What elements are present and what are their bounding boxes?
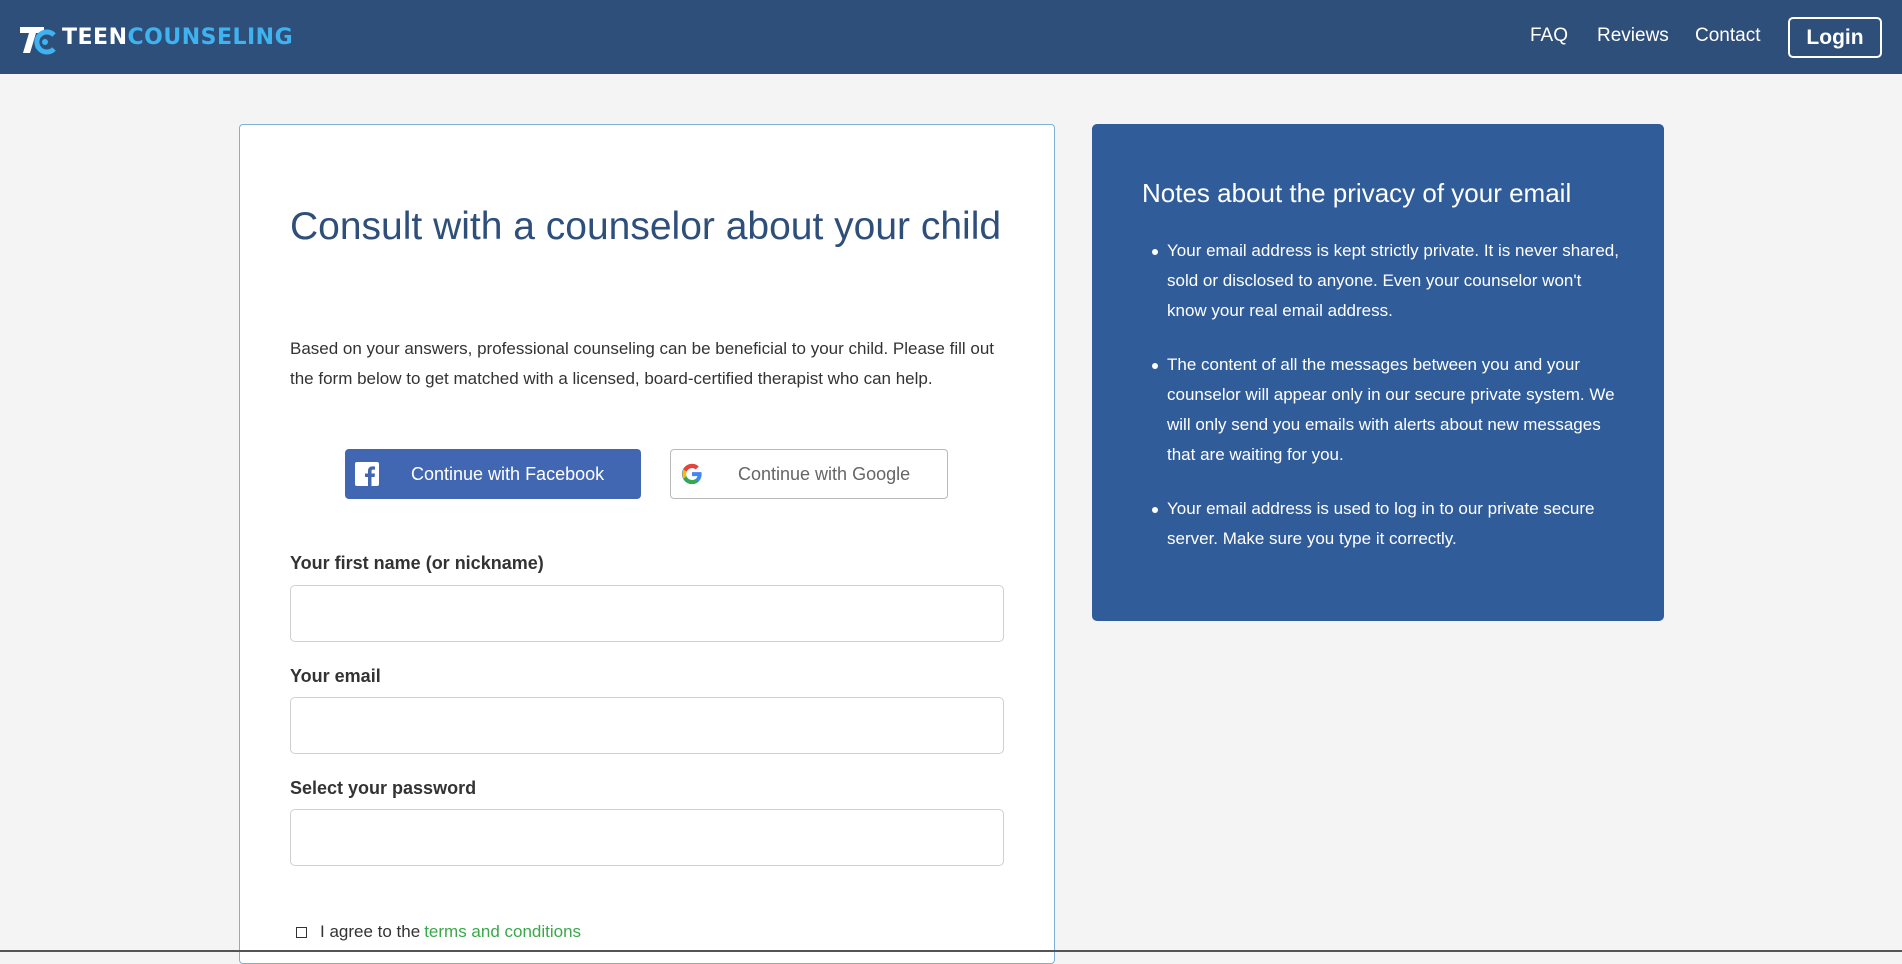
logo-text-teen: TEEN [62,25,128,50]
continue-with-google-button[interactable]: Continue with Google [670,449,948,499]
first-name-input[interactable] [290,585,1004,642]
terms-agree-text: I agree to the [320,922,421,941]
privacy-notes-list: Your email address is kept strictly priv… [1150,236,1620,578]
top-navigation-bar: TEENCOUNSELING FAQ Reviews Contact Login [0,0,1902,74]
continue-with-facebook-button[interactable]: Continue with Facebook [345,449,641,499]
page-title: Consult with a counselor about your chil… [290,205,1002,248]
privacy-panel-title: Notes about the privacy of your email [1142,178,1572,208]
logo-mark-icon [20,27,56,55]
nav-link-contact[interactable]: Contact [1695,24,1760,48]
terms-checkbox[interactable] [296,926,307,938]
email-input[interactable] [290,697,1004,754]
privacy-note: Your email address is used to log in to … [1150,494,1620,554]
first-name-label: Your first name (or nickname) [290,553,544,573]
email-label: Your email [290,666,381,686]
logo-text-counseling: COUNSELING [127,25,294,50]
google-icon [681,463,702,485]
nav-link-reviews[interactable]: Reviews [1597,24,1669,48]
site-logo[interactable]: TEENCOUNSELING [18,21,293,55]
nav-link-faq[interactable]: FAQ [1530,24,1568,48]
privacy-note: Your email address is kept strictly priv… [1150,236,1620,326]
terms-agreement: I agree to the terms and conditions [296,920,581,944]
password-input[interactable] [290,809,1004,866]
facebook-icon [355,462,379,486]
terms-and-conditions-link[interactable]: terms and conditions [424,922,581,942]
password-label: Select your password [290,778,477,798]
privacy-note: The content of all the messages between … [1150,350,1620,470]
google-button-label: Continue with Google [738,464,911,484]
facebook-button-label: Continue with Facebook [411,464,605,484]
intro-text: Based on your answers, professional coun… [290,339,995,388]
logo-wordmark: TEENCOUNSELING [62,21,293,55]
login-button[interactable]: Login [1788,17,1882,58]
